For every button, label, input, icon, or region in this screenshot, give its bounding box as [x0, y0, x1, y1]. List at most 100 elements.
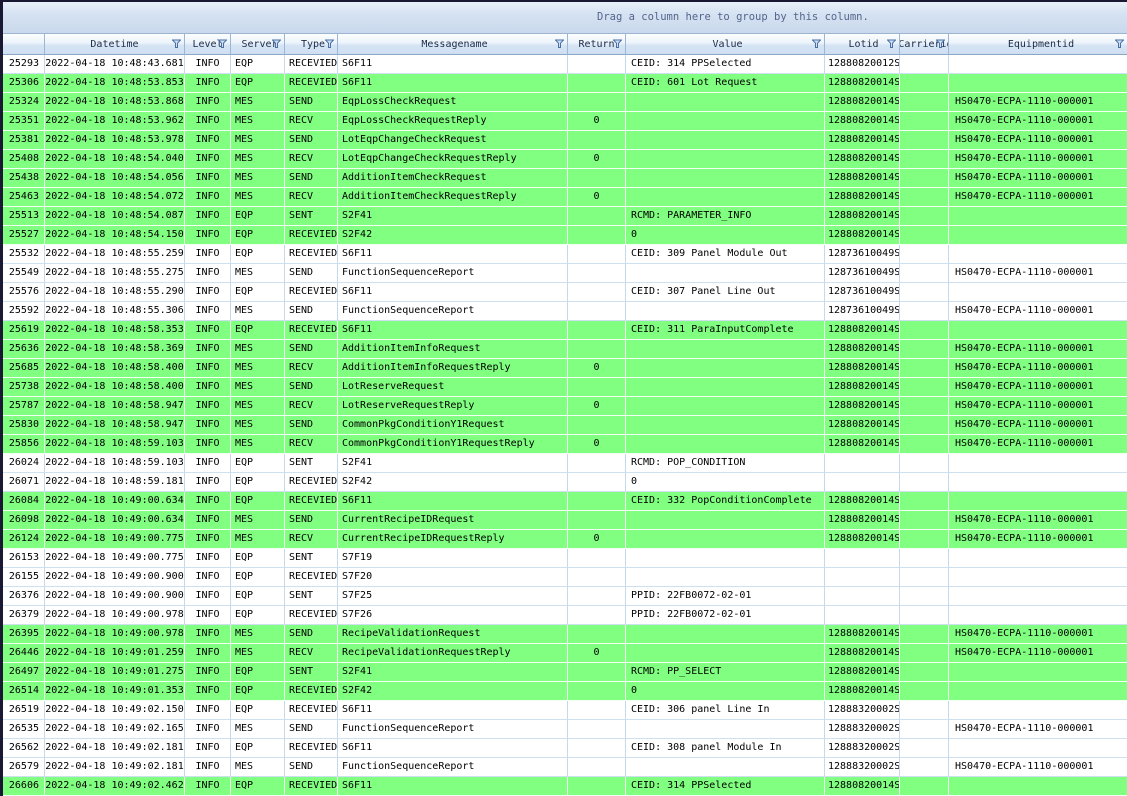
table-row[interactable]: 260842022-04-18 10:49:00.634INFOEQPRECEV… [3, 492, 1127, 511]
cell-rowid[interactable]: 25576 [3, 283, 45, 302]
cell-return[interactable]: 0 [568, 397, 626, 416]
cell-lotid[interactable] [825, 587, 900, 606]
cell-server[interactable]: EQP [231, 777, 285, 796]
cell-equipmentid[interactable] [949, 587, 1127, 606]
cell-messagename[interactable]: FunctionSequenceReport [338, 720, 568, 739]
cell-type[interactable]: RECV [285, 359, 338, 378]
cell-return[interactable] [568, 492, 626, 511]
cell-carrierid[interactable] [900, 682, 949, 701]
cell-carrierid[interactable] [900, 511, 949, 530]
cell-datetime[interactable]: 2022-04-18 10:49:00.775 [45, 530, 185, 549]
cell-type[interactable]: RECV [285, 150, 338, 169]
cell-return[interactable] [568, 302, 626, 321]
cell-messagename[interactable]: S6F11 [338, 245, 568, 264]
cell-return[interactable] [568, 682, 626, 701]
cell-rowid[interactable]: 26379 [3, 606, 45, 625]
cell-rowid[interactable]: 26519 [3, 701, 45, 720]
cell-return[interactable] [568, 511, 626, 530]
cell-return[interactable] [568, 207, 626, 226]
table-row[interactable]: 254382022-04-18 10:48:54.056INFOMESSENDA… [3, 169, 1127, 188]
cell-equipmentid[interactable] [949, 473, 1127, 492]
cell-equipmentid[interactable] [949, 74, 1127, 93]
cell-rowid[interactable]: 25306 [3, 74, 45, 93]
cell-carrierid[interactable] [900, 663, 949, 682]
table-row[interactable]: 255762022-04-18 10:48:55.290INFOEQPRECEV… [3, 283, 1127, 302]
cell-return[interactable] [568, 701, 626, 720]
cell-equipmentid[interactable]: HS0470-ECPA-1110-000001 [949, 264, 1127, 283]
column-header-level[interactable]: Level [185, 34, 231, 55]
table-row[interactable]: 266062022-04-18 10:49:02.462INFOEQPRECEV… [3, 777, 1127, 796]
cell-carrierid[interactable] [900, 245, 949, 264]
cell-datetime[interactable]: 2022-04-18 10:49:01.259 [45, 644, 185, 663]
cell-return[interactable] [568, 663, 626, 682]
cell-server[interactable]: MES [231, 378, 285, 397]
cell-messagename[interactable]: FunctionSequenceReport [338, 758, 568, 777]
cell-value[interactable]: PPID: 22FB0072-02-01 [626, 587, 825, 606]
cell-type[interactable]: RECEVIED [285, 283, 338, 302]
cell-equipmentid[interactable]: HS0470-ECPA-1110-000001 [949, 397, 1127, 416]
cell-messagename[interactable]: S2F42 [338, 473, 568, 492]
cell-lotid[interactable]: 12880820014S [825, 663, 900, 682]
cell-equipmentid[interactable]: HS0470-ECPA-1110-000001 [949, 644, 1127, 663]
cell-equipmentid[interactable]: HS0470-ECPA-1110-000001 [949, 112, 1127, 131]
cell-carrierid[interactable] [900, 454, 949, 473]
cell-rowid[interactable]: 25513 [3, 207, 45, 226]
cell-carrierid[interactable] [900, 397, 949, 416]
cell-lotid[interactable]: 12880820012S [825, 55, 900, 74]
cell-type[interactable]: RECEVIED [285, 226, 338, 245]
cell-server[interactable]: MES [231, 397, 285, 416]
cell-server[interactable]: MES [231, 530, 285, 549]
cell-datetime[interactable]: 2022-04-18 10:48:59.181 [45, 473, 185, 492]
table-row[interactable]: 254082022-04-18 10:48:54.040INFOMESRECVL… [3, 150, 1127, 169]
cell-equipmentid[interactable]: HS0470-ECPA-1110-000001 [949, 188, 1127, 207]
table-row[interactable]: 253062022-04-18 10:48:53.853INFOEQPRECEV… [3, 74, 1127, 93]
cell-messagename[interactable]: LotEqpChangeCheckRequest [338, 131, 568, 150]
cell-carrierid[interactable] [900, 131, 949, 150]
cell-messagename[interactable]: S6F11 [338, 739, 568, 758]
cell-carrierid[interactable] [900, 530, 949, 549]
cell-level[interactable]: INFO [185, 112, 231, 131]
table-row[interactable]: 265792022-04-18 10:49:02.181INFOMESSENDF… [3, 758, 1127, 777]
cell-return[interactable] [568, 283, 626, 302]
cell-value[interactable]: CEID: 307 Panel Line Out [626, 283, 825, 302]
cell-return[interactable] [568, 454, 626, 473]
cell-equipmentid[interactable]: HS0470-ECPA-1110-000001 [949, 359, 1127, 378]
cell-value[interactable] [626, 340, 825, 359]
cell-type[interactable]: RECEVIED [285, 682, 338, 701]
cell-type[interactable]: SEND [285, 511, 338, 530]
cell-server[interactable]: MES [231, 435, 285, 454]
cell-datetime[interactable]: 2022-04-18 10:49:02.181 [45, 758, 185, 777]
cell-carrierid[interactable] [900, 226, 949, 245]
cell-value[interactable]: CEID: 332 PopConditionComplete [626, 492, 825, 511]
table-row[interactable]: 255272022-04-18 10:48:54.150INFOEQPRECEV… [3, 226, 1127, 245]
cell-rowid[interactable]: 25636 [3, 340, 45, 359]
cell-equipmentid[interactable] [949, 777, 1127, 796]
cell-return[interactable] [568, 169, 626, 188]
cell-carrierid[interactable] [900, 758, 949, 777]
cell-datetime[interactable]: 2022-04-18 10:48:55.306 [45, 302, 185, 321]
cell-level[interactable]: INFO [185, 511, 231, 530]
cell-rowid[interactable]: 25532 [3, 245, 45, 264]
cell-lotid[interactable]: 12888320002S [825, 701, 900, 720]
cell-equipmentid[interactable] [949, 549, 1127, 568]
cell-lotid[interactable]: 12873610049S [825, 264, 900, 283]
cell-value[interactable] [626, 568, 825, 587]
cell-datetime[interactable]: 2022-04-18 10:49:00.978 [45, 625, 185, 644]
cell-carrierid[interactable] [900, 587, 949, 606]
cell-lotid[interactable]: 12880820014S [825, 530, 900, 549]
cell-type[interactable]: SENT [285, 549, 338, 568]
cell-equipmentid[interactable]: HS0470-ECPA-1110-000001 [949, 720, 1127, 739]
cell-datetime[interactable]: 2022-04-18 10:48:55.259 [45, 245, 185, 264]
cell-messagename[interactable]: RecipeValidationRequest [338, 625, 568, 644]
cell-value[interactable] [626, 112, 825, 131]
cell-level[interactable]: INFO [185, 340, 231, 359]
cell-datetime[interactable]: 2022-04-18 10:49:02.165 [45, 720, 185, 739]
cell-lotid[interactable]: 12880820014S [825, 188, 900, 207]
cell-datetime[interactable]: 2022-04-18 10:48:55.290 [45, 283, 185, 302]
cell-type[interactable]: RECEVIED [285, 473, 338, 492]
cell-return[interactable] [568, 473, 626, 492]
cell-carrierid[interactable] [900, 777, 949, 796]
cell-rowid[interactable]: 26153 [3, 549, 45, 568]
cell-type[interactable]: RECEVIED [285, 74, 338, 93]
column-header-messagename[interactable]: Messagename [338, 34, 568, 55]
